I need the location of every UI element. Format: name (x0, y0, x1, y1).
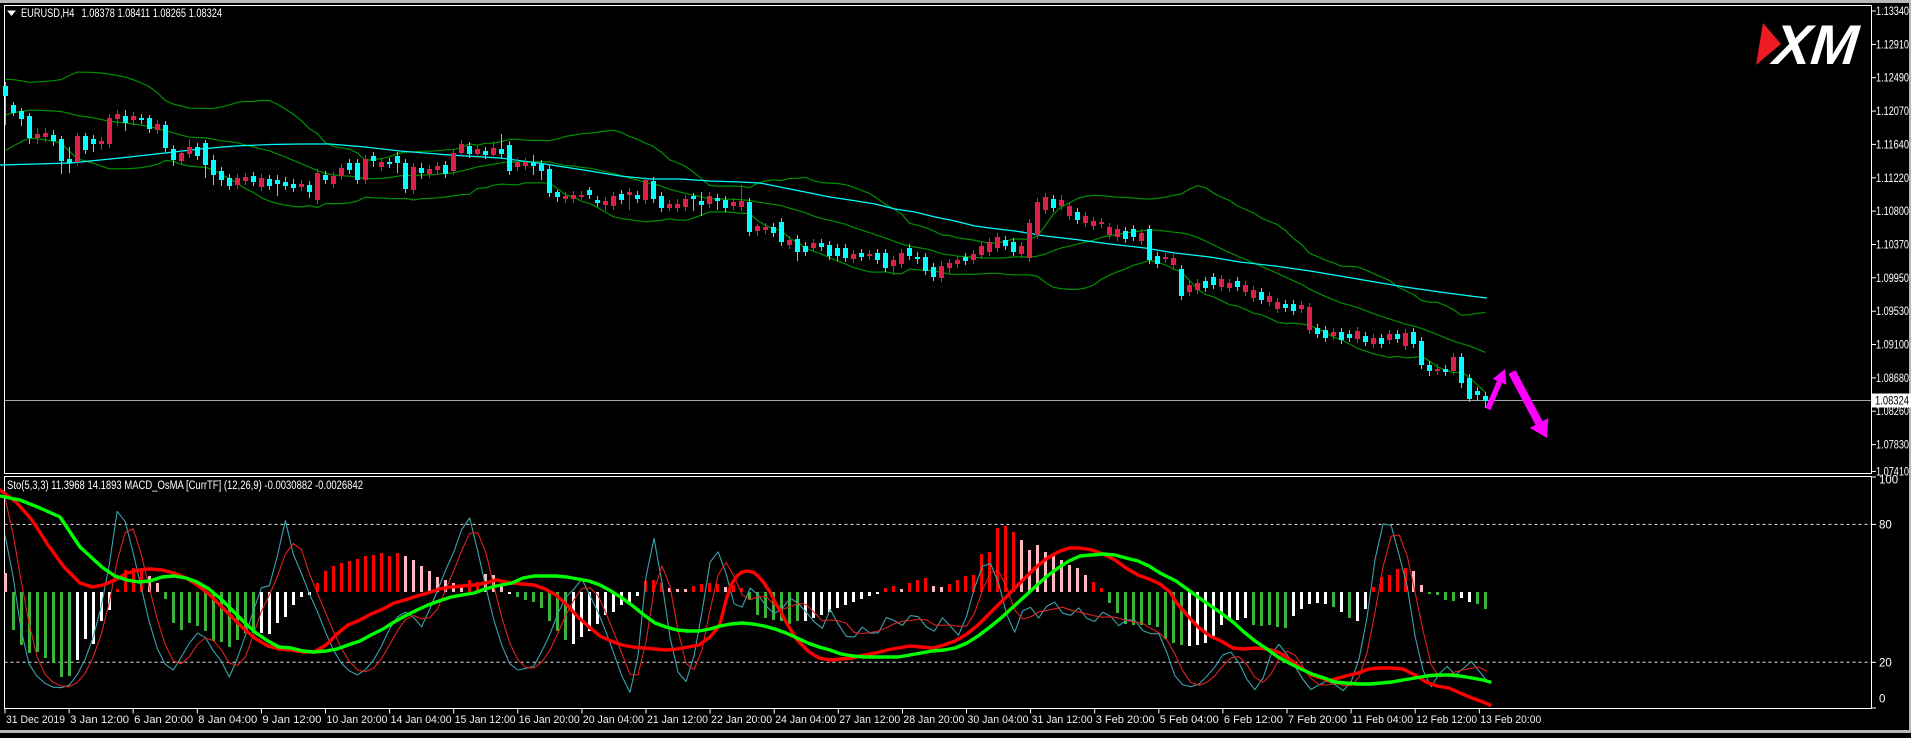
svg-text:5 Feb 04:00: 5 Feb 04:00 (1160, 714, 1219, 726)
svg-text:1.09950: 1.09950 (1876, 273, 1909, 285)
svg-text:100: 100 (1879, 475, 1898, 487)
svg-text:80: 80 (1879, 519, 1892, 531)
svg-text:7 Feb 20:00: 7 Feb 20:00 (1288, 714, 1347, 726)
svg-text:20: 20 (1879, 657, 1892, 669)
svg-text:1.12910: 1.12910 (1876, 39, 1909, 51)
svg-text:1.08260: 1.08260 (1876, 406, 1909, 418)
svg-text:1.10370: 1.10370 (1876, 240, 1909, 252)
svg-text:15 Jan 12:00: 15 Jan 12:00 (455, 714, 516, 726)
svg-text:6 Feb 12:00: 6 Feb 12:00 (1224, 714, 1283, 726)
svg-text:21 Jan 12:00: 21 Jan 12:00 (647, 714, 708, 726)
svg-text:1.10800: 1.10800 (1876, 206, 1909, 218)
svg-text:1.07830: 1.07830 (1876, 440, 1909, 452)
svg-text:1.11640: 1.11640 (1876, 139, 1909, 151)
svg-text:1.09100: 1.09100 (1876, 340, 1909, 352)
svg-text:9 Jan 12:00: 9 Jan 12:00 (262, 714, 321, 726)
svg-text:16 Jan 20:00: 16 Jan 20:00 (519, 714, 580, 726)
svg-text:24 Jan 04:00: 24 Jan 04:00 (775, 714, 836, 726)
svg-text:12 Feb 12:00: 12 Feb 12:00 (1416, 714, 1477, 726)
svg-text:3 Jan 12:00: 3 Jan 12:00 (70, 714, 129, 726)
svg-text:1.09530: 1.09530 (1876, 306, 1909, 318)
svg-text:31 Dec 2019: 31 Dec 2019 (6, 714, 65, 726)
svg-text:1.08680: 1.08680 (1876, 373, 1909, 385)
svg-text:28 Jan 20:00: 28 Jan 20:00 (903, 714, 964, 726)
svg-text:31 Jan 12:00: 31 Jan 12:00 (1032, 714, 1093, 726)
svg-text:1.12490: 1.12490 (1876, 73, 1909, 85)
svg-text:27 Jan 12:00: 27 Jan 12:00 (839, 714, 900, 726)
svg-text:22 Jan 20:00: 22 Jan 20:00 (711, 714, 772, 726)
svg-text:30 Jan 04:00: 30 Jan 04:00 (968, 714, 1029, 726)
svg-text:10 Jan 20:00: 10 Jan 20:00 (327, 714, 388, 726)
svg-text:0: 0 (1879, 694, 1885, 706)
svg-text:1.12070: 1.12070 (1876, 106, 1909, 118)
svg-text:8 Jan 04:00: 8 Jan 04:00 (198, 714, 257, 726)
svg-text:6 Jan 20:00: 6 Jan 20:00 (134, 714, 193, 726)
svg-text:20 Jan 04:00: 20 Jan 04:00 (583, 714, 644, 726)
svg-text:3 Feb 20:00: 3 Feb 20:00 (1096, 714, 1155, 726)
svg-text:11 Feb 04:00: 11 Feb 04:00 (1352, 714, 1413, 726)
svg-text:1.13340: 1.13340 (1876, 6, 1909, 18)
svg-text:1.11220: 1.11220 (1876, 173, 1909, 185)
svg-text:13 Feb 20:00: 13 Feb 20:00 (1480, 714, 1541, 726)
svg-text:1.08324: 1.08324 (1875, 396, 1909, 408)
svg-text:XM: XM (1768, 13, 1863, 76)
svg-text:EURUSD,H4 1.08378 1.08411 1.0: EURUSD,H4 1.08378 1.08411 1.08265 1.0832… (21, 6, 222, 20)
svg-text:Sto(5,3,3) 11.3968 14.1893 MA: Sto(5,3,3) 11.3968 14.1893 MACD_OsMA [Cu… (7, 480, 363, 492)
svg-text:14 Jan 04:00: 14 Jan 04:00 (391, 714, 452, 726)
